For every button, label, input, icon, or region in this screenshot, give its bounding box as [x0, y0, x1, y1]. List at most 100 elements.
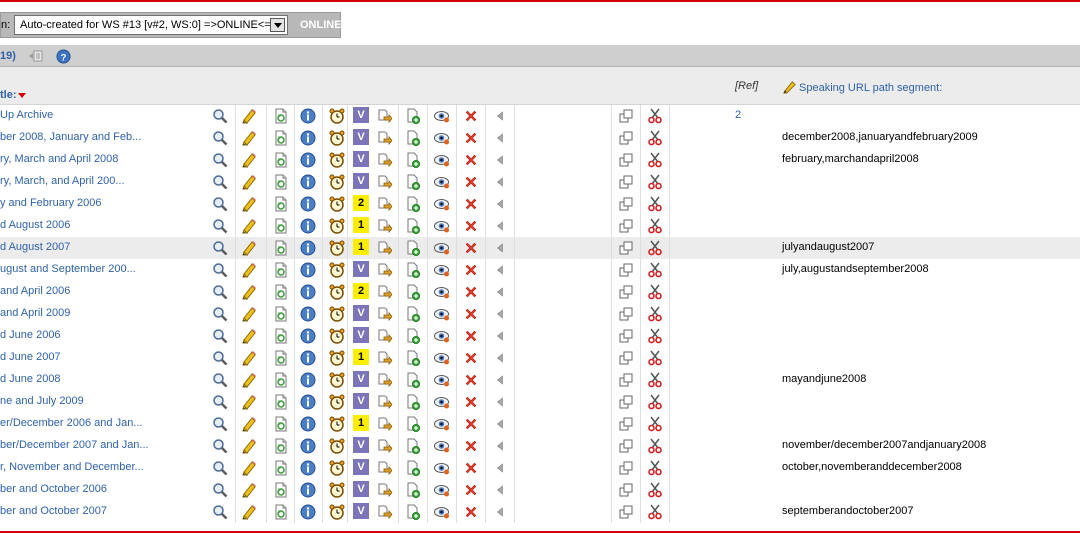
- info-icon[interactable]: [300, 416, 316, 432]
- move-icon[interactable]: [376, 372, 393, 388]
- page-title-link[interactable]: ugust and September 200...: [0, 263, 205, 275]
- arrow-left-icon[interactable]: [492, 306, 508, 322]
- arrow-left-icon[interactable]: [492, 504, 508, 520]
- info-icon[interactable]: [300, 460, 316, 476]
- edit-icon[interactable]: [241, 240, 257, 256]
- move-icon[interactable]: [376, 350, 393, 366]
- view-icon[interactable]: [212, 240, 228, 256]
- edit-icon[interactable]: [241, 350, 257, 366]
- edit-icon[interactable]: [241, 482, 257, 498]
- page-title-link[interactable]: d August 2006: [0, 219, 205, 231]
- version-badge[interactable]: V: [353, 393, 369, 409]
- version-badge[interactable]: V: [353, 503, 369, 519]
- cut-icon[interactable]: [647, 438, 663, 454]
- version-badge[interactable]: 1: [353, 217, 369, 233]
- move-icon[interactable]: [376, 460, 393, 476]
- view-icon[interactable]: [212, 174, 228, 190]
- clock-icon[interactable]: [329, 328, 345, 344]
- page-title-link[interactable]: d June 2006: [0, 329, 205, 341]
- delete-icon[interactable]: [463, 416, 479, 432]
- edit-icon[interactable]: [241, 130, 257, 146]
- preview-icon[interactable]: [434, 218, 450, 234]
- clock-icon[interactable]: [329, 306, 345, 322]
- preview-icon[interactable]: [434, 130, 450, 146]
- page-props-icon[interactable]: [273, 460, 289, 476]
- edit-icon[interactable]: [241, 372, 257, 388]
- clock-icon[interactable]: [329, 394, 345, 410]
- cut-icon[interactable]: [647, 482, 663, 498]
- version-badge[interactable]: V: [353, 261, 369, 277]
- clock-icon[interactable]: [329, 152, 345, 168]
- preview-icon[interactable]: [434, 438, 450, 454]
- clock-icon[interactable]: [329, 350, 345, 366]
- view-icon[interactable]: [212, 504, 228, 520]
- page-title-link[interactable]: ber and October 2007: [0, 505, 205, 517]
- move-icon[interactable]: [376, 108, 393, 124]
- delete-icon[interactable]: [463, 438, 479, 454]
- new-page-icon[interactable]: [405, 394, 421, 410]
- version-badge[interactable]: V: [353, 327, 369, 343]
- preview-icon[interactable]: [434, 416, 450, 432]
- page-props-icon[interactable]: [273, 350, 289, 366]
- new-page-icon[interactable]: [405, 438, 421, 454]
- view-icon[interactable]: [212, 196, 228, 212]
- edit-icon[interactable]: [241, 108, 257, 124]
- page-title-link[interactable]: and April 2009: [0, 307, 205, 319]
- clock-icon[interactable]: [329, 460, 345, 476]
- cut-icon[interactable]: [647, 460, 663, 476]
- preview-icon[interactable]: [434, 306, 450, 322]
- copy-icon[interactable]: [618, 262, 634, 278]
- delete-icon[interactable]: [463, 262, 479, 278]
- view-icon[interactable]: [212, 306, 228, 322]
- page-title-link[interactable]: d June 2008: [0, 373, 205, 385]
- cut-icon[interactable]: [647, 130, 663, 146]
- page-title-link[interactable]: Up Archive: [0, 109, 205, 121]
- info-icon[interactable]: [300, 328, 316, 344]
- preview-icon[interactable]: [434, 328, 450, 344]
- info-icon[interactable]: [300, 438, 316, 454]
- preview-icon[interactable]: [434, 372, 450, 388]
- page-props-icon[interactable]: [273, 482, 289, 498]
- edit-icon[interactable]: [241, 284, 257, 300]
- delete-icon[interactable]: [463, 130, 479, 146]
- delete-icon[interactable]: [463, 240, 479, 256]
- new-page-icon[interactable]: [405, 350, 421, 366]
- clock-icon[interactable]: [329, 438, 345, 454]
- copy-icon[interactable]: [618, 504, 634, 520]
- preview-icon[interactable]: [434, 262, 450, 278]
- version-badge[interactable]: 1: [353, 239, 369, 255]
- page-props-icon[interactable]: [273, 438, 289, 454]
- preview-icon[interactable]: [434, 174, 450, 190]
- new-page-icon[interactable]: [405, 196, 421, 212]
- cut-icon[interactable]: [647, 218, 663, 234]
- collapse-icon[interactable]: [27, 49, 43, 63]
- move-icon[interactable]: [376, 284, 393, 300]
- edit-icon[interactable]: [241, 328, 257, 344]
- clock-icon[interactable]: [329, 482, 345, 498]
- delete-icon[interactable]: [463, 174, 479, 190]
- preview-icon[interactable]: [434, 240, 450, 256]
- cut-icon[interactable]: [647, 416, 663, 432]
- page-props-icon[interactable]: [273, 240, 289, 256]
- view-icon[interactable]: [212, 284, 228, 300]
- delete-icon[interactable]: [463, 482, 479, 498]
- arrow-left-icon[interactable]: [492, 482, 508, 498]
- move-icon[interactable]: [376, 240, 393, 256]
- new-page-icon[interactable]: [405, 152, 421, 168]
- info-icon[interactable]: [300, 306, 316, 322]
- page-title-link[interactable]: ry, March and April 2008: [0, 153, 205, 165]
- cut-icon[interactable]: [647, 328, 663, 344]
- info-icon[interactable]: [300, 152, 316, 168]
- chevron-down-icon[interactable]: [270, 18, 285, 32]
- delete-icon[interactable]: [463, 306, 479, 322]
- new-page-icon[interactable]: [405, 262, 421, 278]
- version-badge[interactable]: V: [353, 173, 369, 189]
- view-icon[interactable]: [212, 394, 228, 410]
- delete-icon[interactable]: [463, 328, 479, 344]
- info-icon[interactable]: [300, 196, 316, 212]
- page-props-icon[interactable]: [273, 328, 289, 344]
- info-icon[interactable]: [300, 174, 316, 190]
- cut-icon[interactable]: [647, 152, 663, 168]
- cut-icon[interactable]: [647, 394, 663, 410]
- preview-icon[interactable]: [434, 152, 450, 168]
